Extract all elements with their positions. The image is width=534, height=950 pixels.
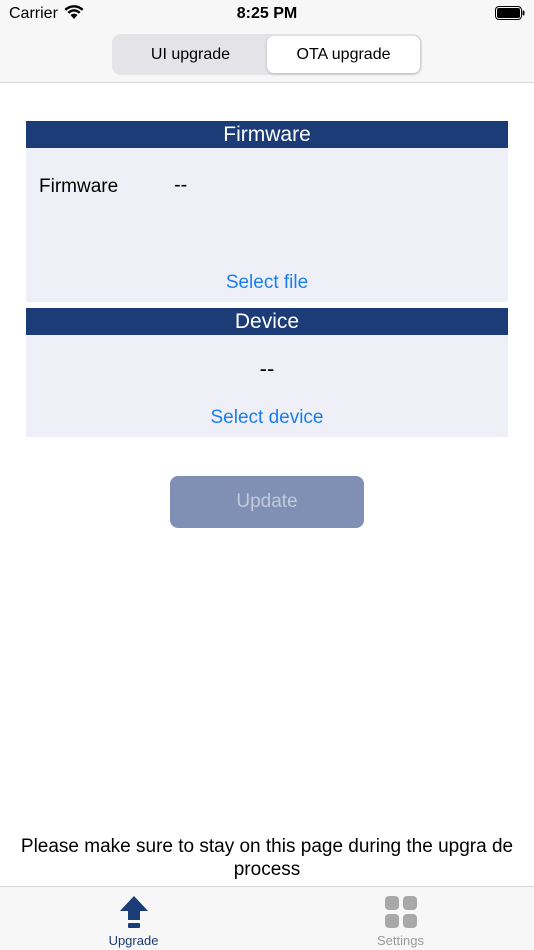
segment-ui-upgrade[interactable]: UI upgrade bbox=[114, 36, 267, 73]
segment-ota-upgrade[interactable]: OTA upgrade bbox=[267, 36, 420, 73]
device-section: Device -- Select device bbox=[26, 308, 508, 437]
upgrade-notice: Please make sure to stay on this page du… bbox=[20, 836, 514, 880]
battery-icon bbox=[495, 6, 525, 20]
status-bar: Carrier 8:25 PM bbox=[0, 0, 534, 30]
upgrade-type-segmented-control: UI upgrade OTA upgrade bbox=[112, 34, 422, 75]
firmware-label: Firmware bbox=[39, 176, 119, 197]
select-device-button[interactable]: Select device bbox=[26, 407, 508, 429]
update-button[interactable]: Update bbox=[170, 476, 364, 528]
nav-bar: UI upgrade OTA upgrade bbox=[0, 30, 534, 83]
device-value: -- bbox=[259, 356, 275, 381]
device-section-header: Device bbox=[26, 308, 508, 335]
firmware-section-header: Firmware bbox=[26, 121, 508, 148]
firmware-value: -- bbox=[174, 174, 188, 196]
grid-icon bbox=[384, 896, 417, 928]
tab-settings[interactable]: Settings bbox=[267, 887, 534, 950]
upload-arrow-icon bbox=[119, 896, 148, 928]
tab-upgrade[interactable]: Upgrade bbox=[0, 887, 267, 950]
clock: 8:25 PM bbox=[236, 5, 298, 22]
tab-bar: Upgrade Settings bbox=[0, 886, 534, 950]
select-file-button[interactable]: Select file bbox=[26, 272, 508, 294]
firmware-section: Firmware Firmware -- Select file bbox=[26, 121, 508, 302]
tab-upgrade-label: Upgrade bbox=[108, 933, 159, 948]
tab-settings-label: Settings bbox=[377, 933, 424, 948]
